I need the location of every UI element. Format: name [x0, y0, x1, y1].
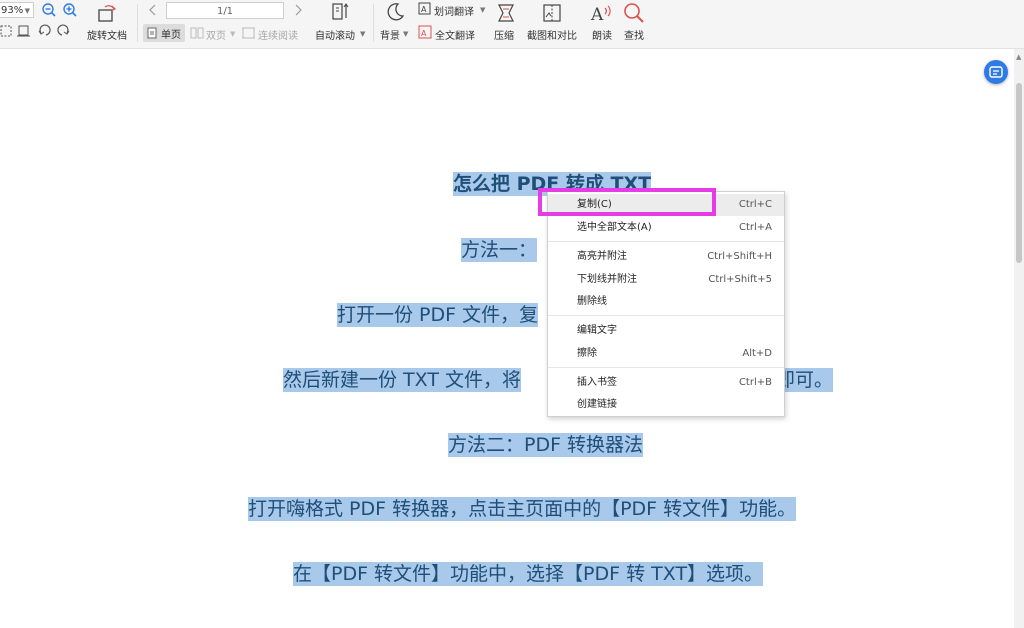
- zoom-level-value: 93%: [1, 5, 24, 16]
- auto-scroll-label[interactable]: 自动滚动: [315, 27, 355, 42]
- fit-page-icon[interactable]: [0, 25, 12, 37]
- menu-item-highlight-note[interactable]: 高亮并附注 Ctrl+Shift+H: [548, 246, 784, 268]
- doc-step1-line[interactable]: 打开一份 PDF 文件，复: [337, 303, 539, 327]
- doc-step1-text: 打开一份 PDF 文件，复: [337, 303, 539, 327]
- zoom-out-icon[interactable]: [41, 2, 57, 18]
- menu-item-shortcut: Ctrl+B: [738, 377, 772, 388]
- doc-method1-line[interactable]: 方法一：: [461, 238, 538, 262]
- menu-item-select-all[interactable]: 选中全部文本(A) Ctrl+A: [548, 217, 784, 239]
- doc-step3-text: 打开嗨格式 PDF 转换器，点击主页面中的【PDF 转文件】功能。: [248, 497, 797, 521]
- background-icon[interactable]: [385, 2, 405, 22]
- single-page-icon: [147, 27, 157, 39]
- continuous-read-icon[interactable]: [241, 27, 256, 39]
- doc-step2-left-text: 然后新建一份 TXT 文件，将: [283, 368, 521, 392]
- svg-text:A: A: [590, 5, 604, 24]
- zoom-level-select[interactable]: 93% ▼: [0, 2, 34, 18]
- vertical-scrollbar[interactable]: ▲: [1014, 49, 1024, 628]
- menu-item-shortcut: Alt+D: [742, 348, 772, 359]
- zoom-in-icon[interactable]: [62, 2, 78, 18]
- page-number-value: 1/1: [216, 6, 234, 17]
- find-icon[interactable]: [623, 2, 645, 24]
- menu-item-label: 选中全部文本(A): [577, 222, 652, 233]
- doc-method2-line[interactable]: 方法二：PDF 转换器法: [448, 433, 644, 457]
- doc-step4-line[interactable]: 在【PDF 转文件】功能中，选择【PDF 转 TXT】选项。: [293, 562, 764, 586]
- double-page-icon[interactable]: [190, 27, 204, 39]
- menu-item-shortcut: Ctrl+Shift+5: [708, 274, 772, 285]
- scroll-up-icon[interactable]: ▲: [1016, 53, 1021, 61]
- word-translate-label[interactable]: 划词翻译: [434, 3, 474, 18]
- menu-item-label: 插入书签: [577, 377, 617, 388]
- page-number-input[interactable]: 1/1: [166, 2, 284, 19]
- svg-text:A: A: [421, 29, 427, 38]
- auto-scroll-icon[interactable]: [330, 2, 350, 22]
- menu-item-label: 删除线: [577, 296, 607, 307]
- menu-item-shortcut: Ctrl+C: [738, 199, 772, 210]
- rotate-right-icon[interactable]: [57, 24, 70, 37]
- page-prev-icon[interactable]: [148, 4, 158, 16]
- copy-highlight-outline: [538, 188, 716, 216]
- scrollbar-thumb[interactable]: [1016, 83, 1022, 263]
- continuous-read-label[interactable]: 连续阅读: [258, 27, 298, 42]
- single-page-button[interactable]: 单页: [143, 24, 185, 42]
- page-next-icon[interactable]: [293, 4, 303, 16]
- menu-item-insert-bookmark[interactable]: 插入书签 Ctrl+B: [548, 372, 784, 394]
- compress-label[interactable]: 压缩: [494, 27, 514, 42]
- menu-divider: [548, 367, 784, 368]
- menu-item-create-link[interactable]: 创建链接: [548, 394, 784, 416]
- menu-item-label: 高亮并附注: [577, 251, 627, 262]
- doc-step3-line[interactable]: 打开嗨格式 PDF 转换器，点击主页面中的【PDF 转文件】功能。: [248, 497, 797, 521]
- rotate-document-label[interactable]: 旋转文档: [87, 27, 127, 42]
- full-translate-icon[interactable]: A: [418, 25, 432, 39]
- menu-divider: [548, 241, 784, 242]
- doc-method1-text: 方法一：: [461, 238, 538, 262]
- menu-item-underline-note[interactable]: 下划线并附注 Ctrl+Shift+5: [548, 269, 784, 291]
- ai-assistant-icon: [989, 66, 1003, 78]
- double-page-label[interactable]: 双页: [206, 27, 226, 42]
- menu-item-erase[interactable]: 擦除 Alt+D: [548, 343, 784, 365]
- single-page-label: 单页: [161, 30, 181, 41]
- screenshot-compare-icon[interactable]: [542, 3, 562, 23]
- compress-icon[interactable]: [496, 3, 516, 23]
- doc-step2-line-left[interactable]: 然后新建一份 TXT 文件，将: [283, 368, 521, 392]
- ai-assistant-button[interactable]: [984, 60, 1008, 84]
- menu-item-edit-text[interactable]: 编辑文字: [548, 320, 784, 342]
- doc-step4-text: 在【PDF 转文件】功能中，选择【PDF 转 TXT】选项。: [293, 562, 764, 586]
- rotate-left-icon[interactable]: [38, 24, 51, 37]
- menu-item-label: 创建链接: [577, 399, 617, 410]
- read-aloud-icon[interactable]: A: [590, 2, 614, 24]
- background-label[interactable]: 背景: [380, 27, 400, 42]
- word-translate-icon[interactable]: A: [418, 2, 432, 16]
- fit-width-icon[interactable]: [17, 25, 30, 37]
- menu-item-shortcut: Ctrl+Shift+H: [707, 251, 772, 262]
- menu-divider: [548, 315, 784, 316]
- toolbar: 93% ▼ 旋转文档 1/1 单页 双页 ▼ 连续阅读 自动滚动 ▼ 背景 ▼ …: [0, 0, 1024, 49]
- full-translate-label[interactable]: 全文翻译: [435, 27, 475, 42]
- screenshot-compare-label[interactable]: 截图和对比: [527, 27, 577, 42]
- svg-text:A: A: [421, 5, 427, 14]
- menu-item-label: 下划线并附注: [577, 274, 637, 285]
- read-aloud-label[interactable]: 朗读: [592, 27, 612, 42]
- doc-method2-text: 方法二：PDF 转换器法: [448, 433, 644, 457]
- document-viewport: [0, 49, 1014, 628]
- menu-item-label: 编辑文字: [577, 325, 617, 336]
- menu-item-label: 擦除: [577, 348, 597, 359]
- menu-item-shortcut: Ctrl+A: [738, 222, 772, 233]
- context-menu: 复制(C) Ctrl+C 选中全部文本(A) Ctrl+A 高亮并附注 Ctrl…: [547, 191, 785, 417]
- find-label[interactable]: 查找: [624, 27, 644, 42]
- menu-item-strikethrough[interactable]: 删除线: [548, 291, 784, 313]
- rotate-document-icon[interactable]: [97, 3, 119, 23]
